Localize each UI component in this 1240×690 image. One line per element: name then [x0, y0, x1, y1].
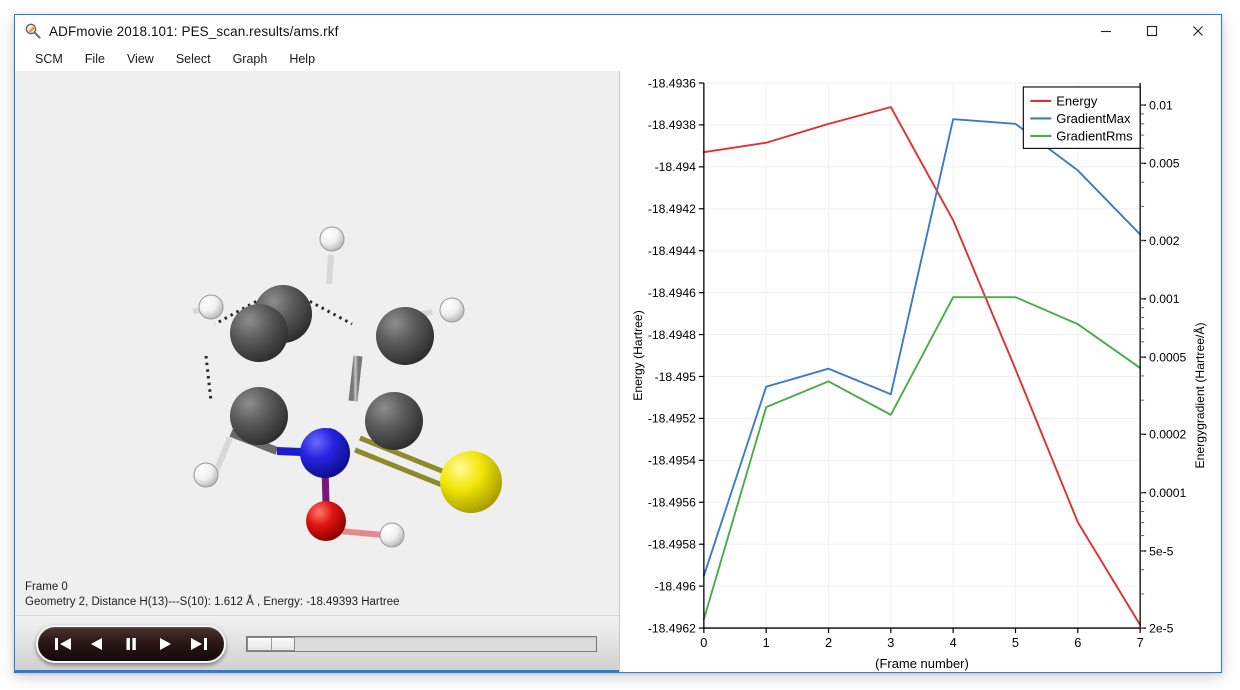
x-tick-label: 7 — [1137, 635, 1144, 650]
x-tick-label: 0 — [700, 635, 707, 650]
skip-to-end-button[interactable] — [186, 632, 212, 656]
legend-label: GradientRms — [1056, 128, 1133, 143]
status-frame: Frame 0 — [25, 581, 68, 593]
menu-item-graph[interactable]: Graph — [222, 49, 279, 70]
right-tick-label: 0.0002 — [1149, 428, 1186, 442]
atom-hydrogen — [193, 462, 219, 488]
atom-carbon — [376, 307, 434, 365]
atom-nitrogen — [300, 428, 350, 478]
slider-thumb-right — [272, 638, 295, 650]
right-tick-label: 2e-5 — [1149, 621, 1174, 635]
pause-button[interactable] — [118, 632, 144, 656]
x-tick-label: 2 — [825, 635, 832, 650]
left-tick-label: -18.4954 — [648, 454, 696, 468]
menu-item-view[interactable]: View — [116, 49, 165, 70]
chart-pane[interactable]: -18.4936 -18.4938 -18.494 -18.4942 -18.4944 -… — [620, 71, 1221, 672]
x-tick-label: 4 — [950, 635, 957, 650]
left-tick-label: -18.4946 — [648, 286, 696, 300]
x-tick-label: 6 — [1074, 635, 1081, 650]
menu-item-select[interactable]: Select — [165, 49, 222, 70]
window-title: ADFmovie 2018.101: PES_scan.results/ams.… — [49, 23, 339, 39]
right-axis-ticks: 0.01 0.005 0.002 0.001 0.0005 0.0002 0.0001 5e-… — [1140, 98, 1187, 635]
x-tick-label: 5 — [1012, 635, 1019, 650]
minimize-button[interactable] — [1083, 15, 1129, 47]
molecule-canvas[interactable]: Frame 0 Geometry 2, Distance H(13)---S(1… — [15, 71, 619, 615]
atom-hydrogen — [439, 297, 465, 323]
legend-label: Energy — [1056, 93, 1098, 108]
main-content: Frame 0 Geometry 2, Distance H(13)---S(1… — [15, 71, 1221, 672]
left-tick-label: -18.4962 — [648, 621, 696, 635]
x-tick-label: 3 — [887, 635, 894, 650]
left-tick-label: -18.4938 — [648, 118, 696, 132]
left-tick-label: -18.4948 — [648, 328, 696, 342]
left-tick-label: -18.495 — [655, 370, 696, 384]
right-tick-label: 0.001 — [1149, 292, 1180, 306]
close-button[interactable] — [1175, 15, 1221, 47]
x-axis-title: (Frame number) — [875, 656, 969, 671]
right-tick-label: 0.002 — [1149, 234, 1180, 248]
magnifier-icon — [24, 22, 42, 40]
player-bottom-rule — [15, 670, 619, 672]
skip-to-start-button[interactable] — [50, 632, 76, 656]
title-bar: ADFmovie 2018.101: PES_scan.results/ams.… — [15, 15, 1221, 47]
window-controls — [1083, 15, 1221, 47]
status-text: Frame 0 Geometry 2, Distance H(13)---S(1… — [25, 580, 400, 610]
right-tick-label: 0.005 — [1149, 157, 1180, 171]
status-geometry: Geometry 2, Distance H(13)---S(10): 1.61… — [25, 596, 400, 608]
molecule-3d-model — [192, 226, 502, 548]
play-button[interactable] — [152, 632, 178, 656]
atom-hydrogen — [198, 294, 224, 320]
right-tick-label: 5e-5 — [1149, 544, 1174, 558]
slider-thumb-left — [248, 638, 272, 650]
menu-item-help[interactable]: Help — [278, 49, 326, 70]
left-axis-ticks: -18.4936 -18.4938 -18.494 -18.4942 -18.4944 -… — [648, 76, 704, 635]
frame-slider-thumb[interactable] — [247, 637, 295, 651]
atom-oxygen — [306, 501, 346, 541]
menu-bar: SCM File View Select Graph Help — [15, 47, 1221, 71]
menu-item-file[interactable]: File — [74, 49, 116, 70]
transport-controls — [36, 625, 226, 663]
atom-hydrogen — [379, 522, 405, 548]
left-tick-label: -18.4958 — [648, 538, 696, 552]
left-tick-label: -18.496 — [655, 579, 696, 593]
right-tick-label: 0.01 — [1149, 98, 1173, 112]
atom-sulfur — [440, 451, 502, 513]
x-axis-ticks: 0 1 2 3 4 5 6 7 — [700, 628, 1144, 650]
left-axis-title: Energy (Hartree) — [631, 310, 645, 401]
frame-slider[interactable] — [246, 636, 597, 652]
step-back-button[interactable] — [84, 632, 110, 656]
x-tick-label: 1 — [763, 635, 770, 650]
left-tick-label: -18.494 — [655, 160, 696, 174]
playback-bar — [15, 615, 619, 672]
atom-carbon — [230, 387, 288, 445]
application-window: ADFmovie 2018.101: PES_scan.results/ams.… — [14, 14, 1222, 673]
legend-label: GradientMax — [1056, 111, 1131, 126]
right-axis-title: Energygradient (Hartree/Å) — [1192, 322, 1207, 468]
chart-legend: Energy GradientMax GradientRms — [1022, 86, 1141, 149]
energy-gradient-chart: -18.4936 -18.4938 -18.494 -18.4942 -18.4944 -… — [631, 76, 1207, 671]
app-root: ADFmovie 2018.101: PES_scan.results/ams.… — [0, 0, 1240, 690]
atom-carbon — [365, 392, 423, 450]
left-tick-label: -18.4952 — [648, 412, 696, 426]
maximize-button[interactable] — [1129, 15, 1175, 47]
left-tick-label: -18.4942 — [648, 202, 696, 216]
atom-carbon — [230, 304, 288, 362]
left-tick-label: -18.4956 — [648, 496, 696, 510]
menu-item-scm[interactable]: SCM — [24, 49, 74, 70]
atom-hydrogen — [319, 226, 345, 252]
left-tick-label: -18.4944 — [648, 244, 696, 258]
right-tick-label: 0.0001 — [1149, 486, 1186, 500]
right-tick-label: 0.0005 — [1149, 350, 1186, 364]
molecule-viewer-pane: Frame 0 Geometry 2, Distance H(13)---S(1… — [15, 71, 620, 672]
left-tick-label: -18.4936 — [648, 76, 696, 90]
